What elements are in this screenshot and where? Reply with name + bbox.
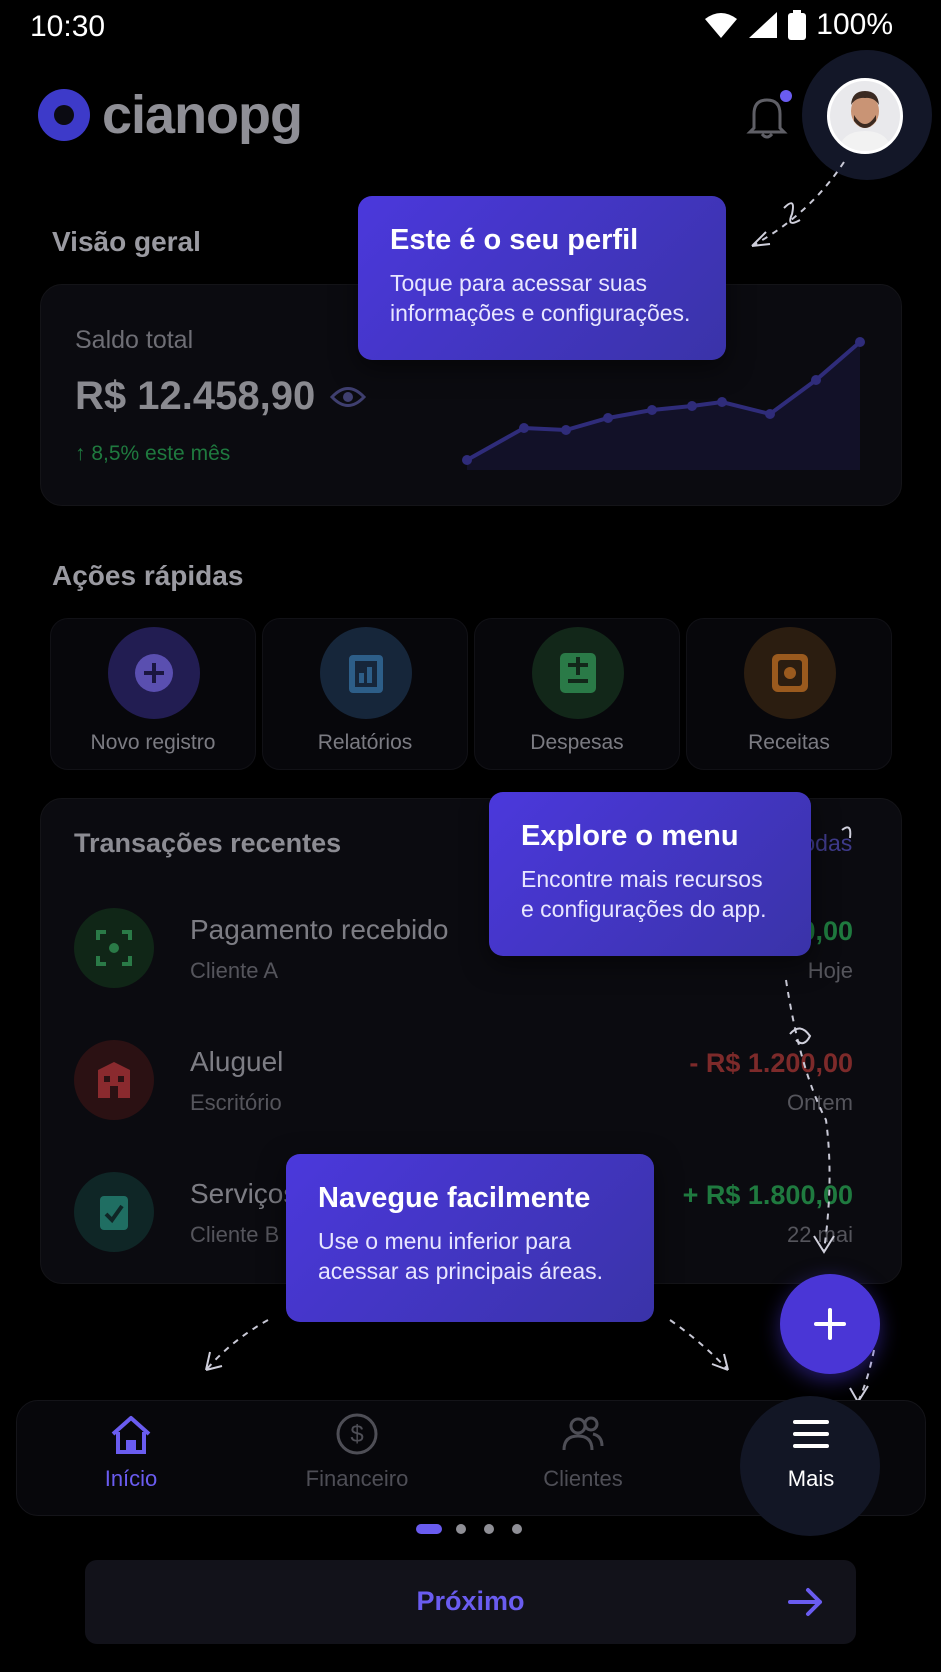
svg-text:$: $: [350, 1421, 363, 1448]
page-dot: [512, 1524, 522, 1534]
next-button-label: Próximo: [416, 1586, 525, 1616]
arrow-right-icon: [788, 1588, 822, 1616]
dollar-icon: $: [336, 1413, 378, 1455]
tooltip-body-line: Toque para acessar suas: [390, 270, 647, 296]
tooltip-body-line: informações e configurações.: [390, 299, 691, 326]
nav-label: Clientes: [543, 1466, 623, 1491]
tooltip-title: Este é o seu perfil: [390, 224, 639, 256]
tooltip-body-line: acessar as principais áreas.: [318, 1257, 604, 1284]
nav-item-finance[interactable]: $ Financeiro: [262, 1412, 452, 1512]
tooltip-navigation: Navegue facilmente Use o menu inferior p…: [286, 1154, 654, 1322]
tooltip-body-line: Encontre mais recursos: [521, 866, 763, 892]
page-dot: [484, 1524, 494, 1534]
tooltip-title: Explore o menu: [521, 820, 739, 852]
nav-label: Financeiro: [305, 1466, 409, 1491]
page-dot-active: [416, 1524, 442, 1534]
tooltip-menu: Explore o menu Encontre mais recursos e …: [489, 792, 811, 956]
tooltip-body-line: Use o menu inferior para: [318, 1228, 572, 1254]
tooltip-title: Navegue facilmente: [318, 1182, 591, 1214]
page-dot: [456, 1524, 466, 1534]
menu-icon: [793, 1420, 829, 1448]
next-button[interactable]: Próximo: [85, 1560, 856, 1644]
nav-label: Mais: [787, 1466, 835, 1491]
nav-item-home[interactable]: Início: [36, 1412, 226, 1512]
tooltip-body: Toque para acessar suas informações e co…: [390, 269, 694, 329]
tooltip-body: Encontre mais recursos e configurações d…: [521, 865, 779, 925]
tooltip-body-line: e configurações do app.: [521, 895, 767, 922]
nav-item-clients[interactable]: Clientes: [488, 1412, 678, 1512]
tooltip-body: Use o menu inferior para acessar as prin…: [318, 1227, 622, 1287]
add-fab-button[interactable]: [780, 1274, 880, 1374]
home-icon: [111, 1416, 151, 1454]
users-icon: [562, 1416, 604, 1451]
nav-label: Início: [104, 1466, 158, 1491]
tooltip-profile: Este é o seu perfil Toque para acessar s…: [358, 196, 726, 360]
nav-item-more[interactable]: Mais: [716, 1412, 906, 1512]
